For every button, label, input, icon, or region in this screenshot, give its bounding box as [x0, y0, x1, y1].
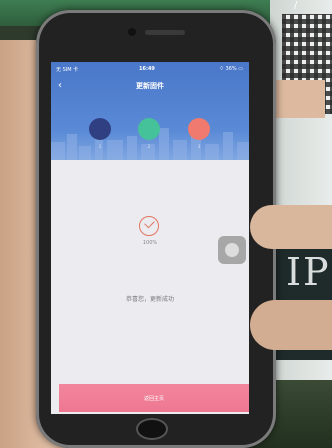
step-3-label: 3	[197, 144, 201, 149]
step-2-circle	[138, 118, 160, 140]
success-check-icon	[139, 216, 159, 236]
earpiece	[145, 30, 185, 35]
assistive-touch-icon[interactable]	[218, 236, 246, 264]
step-3-circle	[188, 118, 210, 140]
top-corner-mark: /	[294, 0, 298, 11]
step-1-label: 1	[98, 144, 102, 149]
assistive-touch-inner	[225, 243, 239, 257]
wifi-icon: ⌔	[219, 66, 224, 72]
page-title: 更新固件	[136, 82, 164, 90]
carrier-label: 无 SIM 卡	[56, 67, 79, 73]
battery-label: ⌔ 36% ▭	[219, 66, 243, 72]
return-home-button[interactable]: 返回主页	[59, 384, 249, 412]
battery-icon: ▭	[238, 66, 243, 72]
step-2-label: 2	[147, 144, 151, 149]
front-camera	[128, 28, 136, 36]
check-icon	[144, 217, 155, 229]
header-banner: 无 SIM 卡 16:49 ⌔ 36% ▭ ‹ 更新固件 1 2 3	[51, 62, 249, 160]
home-button[interactable]	[136, 418, 168, 440]
finger-lower	[250, 300, 332, 350]
thumb	[250, 205, 332, 249]
success-message: 恭喜您，更新成功	[125, 296, 174, 303]
status-time: 16:49	[139, 66, 155, 72]
step-1-circle	[89, 118, 111, 140]
background-sign-text: IP	[286, 250, 331, 294]
status-bar: 无 SIM 卡 16:49 ⌔ 36% ▭	[51, 64, 249, 74]
